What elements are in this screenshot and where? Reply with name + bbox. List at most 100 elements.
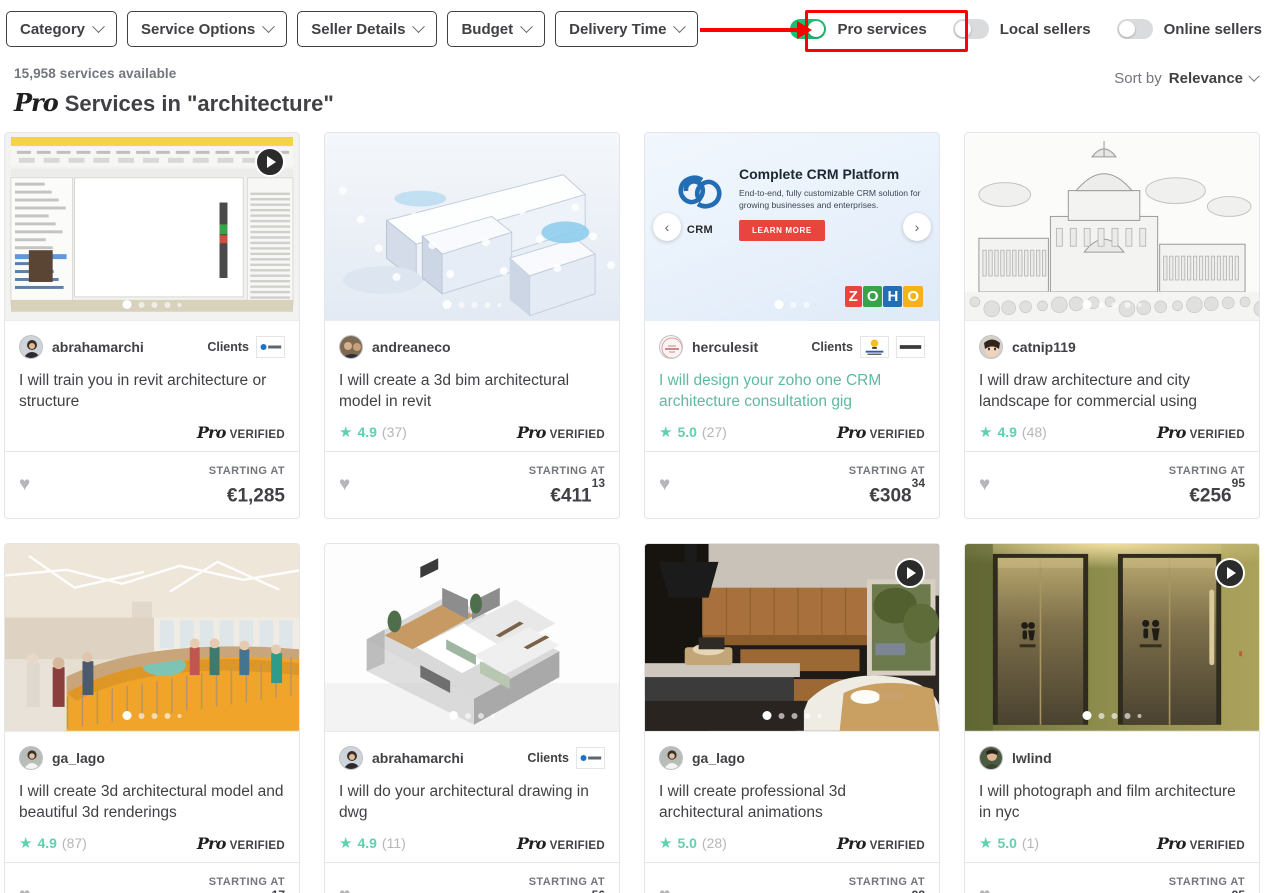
service-thumbnail[interactable]: [5, 133, 299, 321]
carousel-dot[interactable]: [1098, 301, 1105, 308]
avatar[interactable]: [19, 335, 43, 359]
filter-budget[interactable]: Budget: [447, 11, 546, 47]
carousel-dot[interactable]: [497, 302, 502, 307]
play-icon[interactable]: [255, 147, 285, 177]
carousel-dot[interactable]: [122, 300, 132, 309]
avatar[interactable]: [659, 746, 683, 771]
service-thumbnail[interactable]: [645, 544, 939, 733]
carousel-dot[interactable]: [177, 713, 182, 718]
service-card[interactable]: catnip119 I will draw architecture and c…: [964, 132, 1260, 520]
online-sellers-switch[interactable]: [1116, 19, 1153, 39]
favorite-heart-icon[interactable]: ♥: [19, 475, 30, 494]
service-card[interactable]: abrahamarchi Clients I will train you in…: [4, 132, 300, 520]
gig-title[interactable]: I will create 3d architectural model and…: [19, 781, 285, 823]
gig-title[interactable]: I will draw architecture and city landsc…: [979, 370, 1245, 412]
carousel-next-icon[interactable]: ›: [903, 213, 931, 241]
carousel-dot[interactable]: [817, 713, 822, 718]
carousel-dot[interactable]: [478, 712, 484, 719]
seller-name[interactable]: ga_lago: [52, 750, 105, 766]
carousel-dot[interactable]: [164, 301, 171, 308]
seller-name[interactable]: abrahamarchi: [372, 750, 464, 766]
service-card[interactable]: ga_lago I will create 3d architectural m…: [4, 543, 300, 893]
seller-name[interactable]: catnip119: [1012, 339, 1076, 355]
seller-name[interactable]: lwlind: [1012, 750, 1052, 766]
carousel-dot[interactable]: [442, 300, 452, 309]
carousel-dot[interactable]: [804, 712, 811, 719]
carousel-dot[interactable]: [465, 712, 471, 719]
avatar[interactable]: [979, 746, 1003, 771]
pro-services-switch[interactable]: [790, 19, 827, 39]
gig-title[interactable]: I will photograph and film architecture …: [979, 781, 1245, 823]
avatar[interactable]: [979, 335, 1003, 359]
carousel-dot[interactable]: [138, 712, 145, 719]
seller-name[interactable]: herculesit: [692, 339, 758, 355]
carousel-dot[interactable]: [151, 712, 158, 719]
carousel-dot[interactable]: [151, 301, 158, 308]
filter-delivery-time[interactable]: Delivery Time: [555, 11, 699, 47]
carousel-dot[interactable]: [1124, 301, 1131, 308]
carousel-dot[interactable]: [1137, 713, 1142, 718]
service-card[interactable]: lwlind I will photograph and film archit…: [964, 543, 1260, 893]
sort-by-control[interactable]: Sort by Relevance: [1114, 70, 1260, 87]
seller-name[interactable]: andreaneco: [372, 339, 451, 355]
carousel-dot[interactable]: [1098, 712, 1105, 719]
carousel-dot[interactable]: [1082, 711, 1092, 721]
carousel-dot[interactable]: [449, 711, 458, 721]
avatar[interactable]: [339, 746, 363, 771]
carousel-dot[interactable]: [138, 301, 145, 308]
carousel-dot[interactable]: [484, 301, 491, 308]
carousel-dot[interactable]: [1111, 301, 1118, 308]
avatar[interactable]: [659, 335, 683, 359]
carousel-dot[interactable]: [177, 302, 182, 307]
service-thumbnail[interactable]: [5, 544, 299, 733]
carousel-dot[interactable]: [122, 711, 132, 721]
filter-category[interactable]: Category: [6, 11, 118, 47]
local-sellers-switch[interactable]: [952, 19, 989, 39]
avatar[interactable]: [339, 335, 363, 359]
favorite-heart-icon[interactable]: ♥: [659, 475, 670, 494]
carousel-dot[interactable]: [164, 712, 171, 719]
filter-service-options[interactable]: Service Options: [127, 11, 288, 47]
toggle-pro-services[interactable]: Pro services: [790, 19, 927, 39]
service-card[interactable]: ga_lago I will create professional 3d ar…: [644, 543, 940, 893]
favorite-heart-icon[interactable]: ♥: [19, 886, 30, 893]
service-thumbnail[interactable]: [965, 133, 1259, 321]
favorite-heart-icon[interactable]: ♥: [339, 475, 350, 494]
gig-title[interactable]: I will design your zoho one CRM architec…: [659, 370, 925, 412]
carousel-dot[interactable]: [791, 712, 798, 719]
carousel-dot[interactable]: [762, 711, 772, 721]
gig-title[interactable]: I will do your architectural drawing in …: [339, 781, 605, 823]
favorite-heart-icon[interactable]: ♥: [979, 886, 990, 893]
favorite-heart-icon[interactable]: ♥: [659, 886, 670, 893]
carousel-dot[interactable]: [1082, 300, 1092, 309]
gig-title[interactable]: I will train you in revit architecture o…: [19, 370, 285, 412]
carousel-dot[interactable]: [774, 300, 784, 309]
filter-seller-details[interactable]: Seller Details: [297, 11, 438, 47]
avatar[interactable]: [19, 746, 43, 771]
favorite-heart-icon[interactable]: ♥: [979, 475, 990, 494]
carousel-dot[interactable]: [803, 301, 810, 308]
carousel-dot[interactable]: [491, 713, 495, 718]
carousel-prev-icon[interactable]: ‹: [653, 213, 681, 241]
carousel-dot[interactable]: [471, 301, 478, 308]
carousel-dot[interactable]: [1111, 712, 1118, 719]
carousel-dot[interactable]: [1137, 302, 1142, 307]
carousel-dot[interactable]: [778, 712, 785, 719]
gig-title[interactable]: I will create professional 3d architectu…: [659, 781, 925, 823]
seller-name[interactable]: abrahamarchi: [52, 339, 144, 355]
gig-title[interactable]: I will create a 3d bim architectural mod…: [339, 370, 605, 412]
favorite-heart-icon[interactable]: ♥: [339, 886, 350, 893]
service-thumbnail[interactable]: [325, 544, 619, 733]
service-thumbnail[interactable]: [325, 133, 619, 321]
carousel-dot[interactable]: [1124, 712, 1131, 719]
toggle-online-sellers[interactable]: Online sellers: [1116, 19, 1262, 39]
service-card[interactable]: abrahamarchi Clients I will do your arch…: [324, 543, 620, 893]
carousel-dot[interactable]: [458, 301, 465, 308]
service-card[interactable]: CRM Complete CRM Platform End-to-end, fu…: [644, 132, 940, 520]
service-thumbnail[interactable]: CRM Complete CRM Platform End-to-end, fu…: [645, 133, 939, 321]
service-card[interactable]: andreaneco I will create a 3d bim archit…: [324, 132, 620, 520]
carousel-dot[interactable]: [790, 301, 797, 308]
service-thumbnail[interactable]: [965, 544, 1259, 733]
toggle-local-sellers[interactable]: Local sellers: [952, 19, 1091, 39]
seller-name[interactable]: ga_lago: [692, 750, 745, 766]
